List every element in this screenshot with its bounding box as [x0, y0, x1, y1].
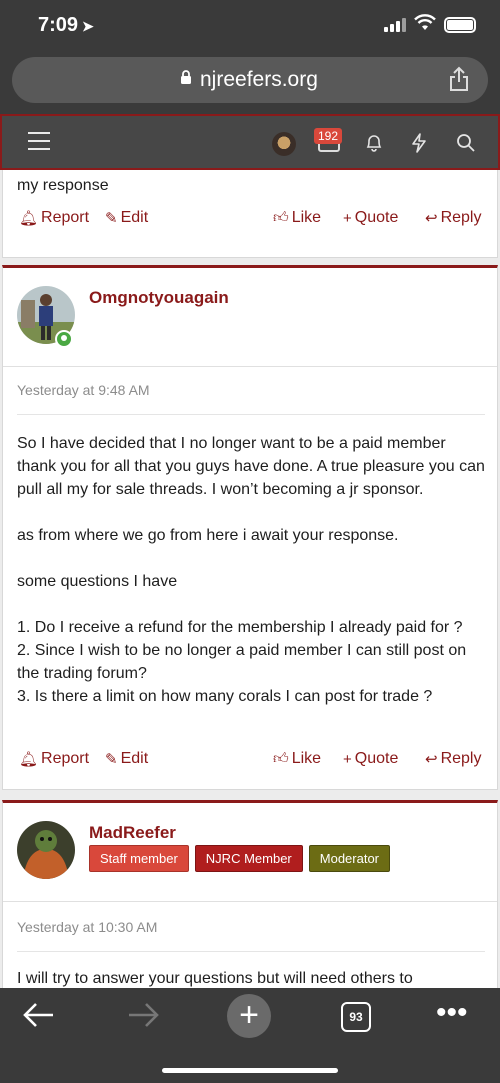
post-actions: 🔔︎ Report ✎ Edit 👍︎ Like + Quote ↩ Reply — [3, 746, 497, 776]
quote-button[interactable]: + Quote — [343, 209, 398, 227]
pencil-icon: ✎ — [105, 751, 118, 768]
staff-member-badge: Staff member — [89, 845, 189, 872]
forward-arrow-icon[interactable] — [126, 1000, 160, 1038]
site-navbar: 192 — [0, 114, 500, 170]
browser-toolbar: + 93 ••• — [0, 988, 500, 1083]
browser-address-area: njreefers.org — [0, 52, 500, 114]
pencil-icon: ✎ — [105, 210, 118, 227]
status-time: 7:09 ➤ — [38, 14, 94, 36]
post-madreefer: MadReefer Staff member NJRC Member Moder… — [2, 800, 498, 988]
thread-content: my response 🔔︎ Report ✎ Edit 👍︎ Like + Quote… — [0, 170, 500, 988]
battery-icon — [444, 17, 476, 33]
more-menu-icon[interactable]: ••• — [436, 996, 468, 1030]
thumbs-up-icon: 👍︎ — [273, 750, 289, 767]
moderator-badge: Moderator — [308, 845, 391, 872]
share-icon[interactable] — [448, 66, 470, 92]
post-username[interactable]: MadReefer — [89, 823, 176, 843]
report-button[interactable]: 🔔︎ Report — [19, 209, 89, 227]
njrc-member-badge: NJRC Member — [194, 845, 303, 872]
cellular-signal-icon — [384, 18, 406, 32]
account-avatar[interactable] — [272, 132, 296, 156]
status-bar: 7:09 ➤ — [0, 0, 500, 52]
date-divider — [17, 414, 485, 415]
plus-icon: + — [343, 209, 352, 227]
post-body: So I have decided that I no longer want … — [17, 435, 485, 705]
report-button[interactable]: 🔔︎ Report — [19, 750, 89, 768]
new-tab-button[interactable]: + — [227, 994, 271, 1038]
like-button[interactable]: 👍︎ Like — [273, 750, 321, 768]
online-status-icon — [55, 330, 73, 348]
bell-outline-icon: 🔔︎ — [19, 210, 39, 227]
quote-button[interactable]: + Quote — [343, 750, 398, 768]
post-previous: my response 🔔︎ Report ✎ Edit 👍︎ Like + Quote… — [2, 170, 498, 258]
post-body: my response — [17, 177, 109, 194]
user-banners: Staff member NJRC Member Moderator — [89, 845, 391, 872]
lightning-icon[interactable] — [410, 133, 428, 159]
lock-icon — [180, 70, 192, 89]
post-body: I will try to answer your questions but … — [17, 970, 413, 987]
reply-arrow-icon: ↩ — [425, 751, 438, 768]
edit-button[interactable]: ✎ Edit — [105, 209, 148, 227]
post-date[interactable]: Yesterday at 10:30 AM — [17, 919, 157, 935]
reply-arrow-icon: ↩ — [425, 210, 438, 227]
menu-icon[interactable] — [28, 132, 50, 152]
user-avatar[interactable] — [17, 821, 75, 879]
post-username[interactable]: Omgnotyouagain — [89, 288, 229, 308]
plus-icon: + — [343, 750, 352, 768]
home-indicator — [162, 1068, 338, 1073]
bell-outline-icon: 🔔︎ — [19, 751, 39, 768]
notification-count-badge: 192 — [314, 128, 343, 144]
back-arrow-icon[interactable] — [22, 1000, 56, 1038]
address-bar[interactable]: njreefers.org — [12, 57, 488, 103]
reply-button[interactable]: ↩ Reply — [425, 750, 481, 768]
tab-count-button[interactable]: 93 — [341, 1002, 371, 1032]
post-omgnotyouagain: Omgnotyouagain Yesterday at 9:48 AM So I… — [2, 265, 498, 790]
edit-button[interactable]: ✎ Edit — [105, 750, 148, 768]
like-button[interactable]: 👍︎ Like — [273, 209, 321, 227]
wifi-icon — [414, 14, 436, 37]
date-divider — [17, 951, 485, 952]
reply-button[interactable]: ↩ Reply — [425, 209, 481, 227]
post-actions: 🔔︎ Report ✎ Edit 👍︎ Like + Quote ↩ Reply — [3, 205, 497, 235]
thumbs-up-icon: 👍︎ — [273, 209, 289, 226]
address-domain: njreefers.org — [200, 68, 318, 91]
post-header-divider — [3, 366, 497, 367]
post-date[interactable]: Yesterday at 9:48 AM — [17, 382, 150, 398]
bell-icon[interactable] — [364, 133, 384, 159]
location-arrow-icon: ➤ — [82, 18, 94, 34]
search-icon[interactable] — [456, 133, 476, 159]
post-header-divider — [3, 901, 497, 902]
